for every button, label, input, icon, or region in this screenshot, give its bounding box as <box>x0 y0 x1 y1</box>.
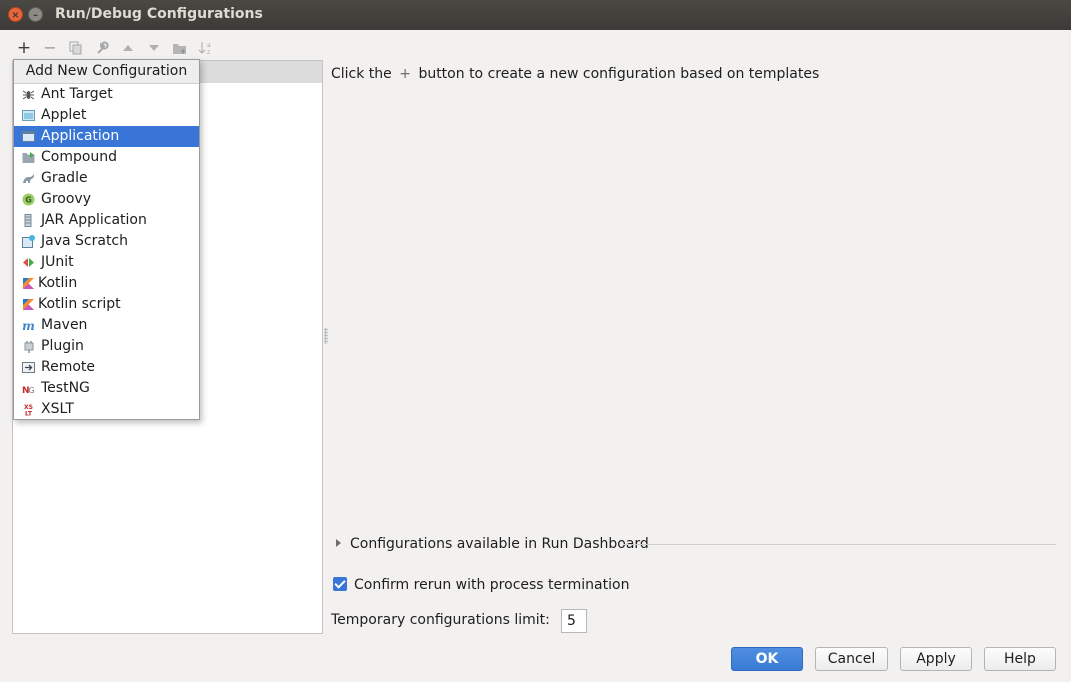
separator <box>623 544 1056 545</box>
menu-item-compound[interactable]: Compound <box>14 147 199 168</box>
add-icon[interactable]: + <box>14 38 34 58</box>
remove-icon[interactable]: − <box>40 38 60 58</box>
menu-item-label: Application <box>41 128 120 144</box>
confirm-rerun-label: Confirm rerun with process termination <box>354 577 630 593</box>
menu-item-label: Maven <box>41 317 88 333</box>
cancel-button[interactable]: Cancel <box>815 647 888 671</box>
junit-icon <box>23 258 34 267</box>
expand-triangle-icon <box>336 539 341 547</box>
svg-text:a: a <box>207 42 211 49</box>
menu-item-label: Applet <box>41 107 87 123</box>
svg-text:G: G <box>29 386 35 395</box>
run-dashboard-label: Configurations available in Run Dashboar… <box>350 536 649 552</box>
menu-item-junit[interactable]: JUnit <box>14 252 199 273</box>
menu-item-label: Compound <box>41 149 118 165</box>
menu-item-application[interactable]: Application <box>14 126 199 147</box>
menu-item-label: TestNG <box>41 380 90 396</box>
menu-item-label: Groovy <box>41 191 91 207</box>
temp-limit-label: Temporary configurations limit: <box>331 612 550 628</box>
confirm-rerun-row[interactable]: Confirm rerun with process termination <box>333 577 629 593</box>
menu-item-label: Kotlin <box>38 275 78 291</box>
copy-icon[interactable] <box>66 38 86 58</box>
popup-title: Add New Configuration <box>14 60 199 84</box>
java-scratch-icon <box>22 235 35 248</box>
hint-text-start: Click the <box>331 66 392 82</box>
window-title: Run/Debug Configurations <box>55 6 263 22</box>
menu-item-label: JUnit <box>41 254 74 270</box>
menu-item-label: Plugin <box>41 338 84 354</box>
move-up-icon[interactable] <box>118 38 138 58</box>
plugin-icon <box>24 341 34 353</box>
menu-item-xslt[interactable]: XS LT XSLT <box>14 399 199 420</box>
folder-icon[interactable] <box>170 38 190 58</box>
wrench-icon[interactable] <box>92 38 112 58</box>
menu-item-label: Ant Target <box>41 86 113 102</box>
ant-icon <box>22 90 35 100</box>
confirm-rerun-checkbox[interactable] <box>333 577 347 591</box>
ok-button[interactable]: OK <box>731 647 803 671</box>
remote-icon <box>22 362 35 373</box>
menu-item-label: Gradle <box>41 170 88 186</box>
title-bar: × – Run/Debug Configurations <box>0 0 1071 30</box>
plus-icon: + <box>399 66 411 82</box>
apply-button[interactable]: Apply <box>900 647 972 671</box>
run-dashboard-toggle[interactable]: Configurations available in Run Dashboar… <box>336 536 649 552</box>
add-configuration-popup: Add New Configuration Ant Target Applet … <box>13 59 200 420</box>
svg-text:G: G <box>25 196 32 205</box>
menu-item-label: Java Scratch <box>41 233 129 249</box>
menu-item-label: JAR Application <box>41 212 147 228</box>
splitter-handle[interactable] <box>324 328 328 344</box>
menu-item-kotlin[interactable]: Kotlin <box>14 273 199 294</box>
testng-icon: NG <box>22 386 35 395</box>
menu-item-label: XSLT <box>41 401 74 417</box>
help-button[interactable]: Help <box>984 647 1056 671</box>
menu-item-testng[interactable]: NG TestNG <box>14 378 199 399</box>
menu-item-ant-target[interactable]: Ant Target <box>14 84 199 105</box>
move-down-icon[interactable] <box>144 38 164 58</box>
hint-text-end: button to create a new configuration bas… <box>418 66 820 82</box>
menu-item-label: Kotlin script <box>38 296 121 312</box>
close-icon[interactable]: × <box>8 7 23 22</box>
temp-limit-input[interactable]: 5 <box>561 609 587 633</box>
kotlin-icon <box>23 278 34 289</box>
svg-text:z: z <box>207 49 210 55</box>
menu-item-plugin[interactable]: Plugin <box>14 336 199 357</box>
menu-item-gradle[interactable]: Gradle <box>14 168 199 189</box>
sort-icon[interactable]: az <box>196 38 216 58</box>
jar-icon <box>24 214 32 227</box>
xslt-icon: XSLT <box>24 404 33 417</box>
applet-icon <box>22 110 35 121</box>
menu-item-kotlin-script[interactable]: Kotlin script <box>14 294 199 315</box>
application-icon <box>22 131 35 142</box>
menu-item-jar-application[interactable]: JAR Application <box>14 210 199 231</box>
empty-state-hint: Click the + button to create a new confi… <box>331 66 819 82</box>
gradle-icon <box>23 174 34 183</box>
kotlin-script-icon <box>23 299 34 310</box>
compound-icon <box>22 152 35 163</box>
minimize-icon[interactable]: – <box>28 7 43 22</box>
maven-icon: m <box>22 319 35 332</box>
menu-item-applet[interactable]: Applet <box>14 105 199 126</box>
menu-item-label: Remote <box>41 359 96 375</box>
svg-text:m: m <box>22 319 35 332</box>
menu-item-groovy[interactable]: G Groovy <box>14 189 199 210</box>
menu-item-java-scratch[interactable]: Java Scratch <box>14 231 199 252</box>
menu-item-maven[interactable]: m Maven <box>14 315 199 336</box>
menu-item-remote[interactable]: Remote <box>14 357 199 378</box>
svg-text:LT: LT <box>25 411 33 417</box>
groovy-icon: G <box>22 193 35 206</box>
